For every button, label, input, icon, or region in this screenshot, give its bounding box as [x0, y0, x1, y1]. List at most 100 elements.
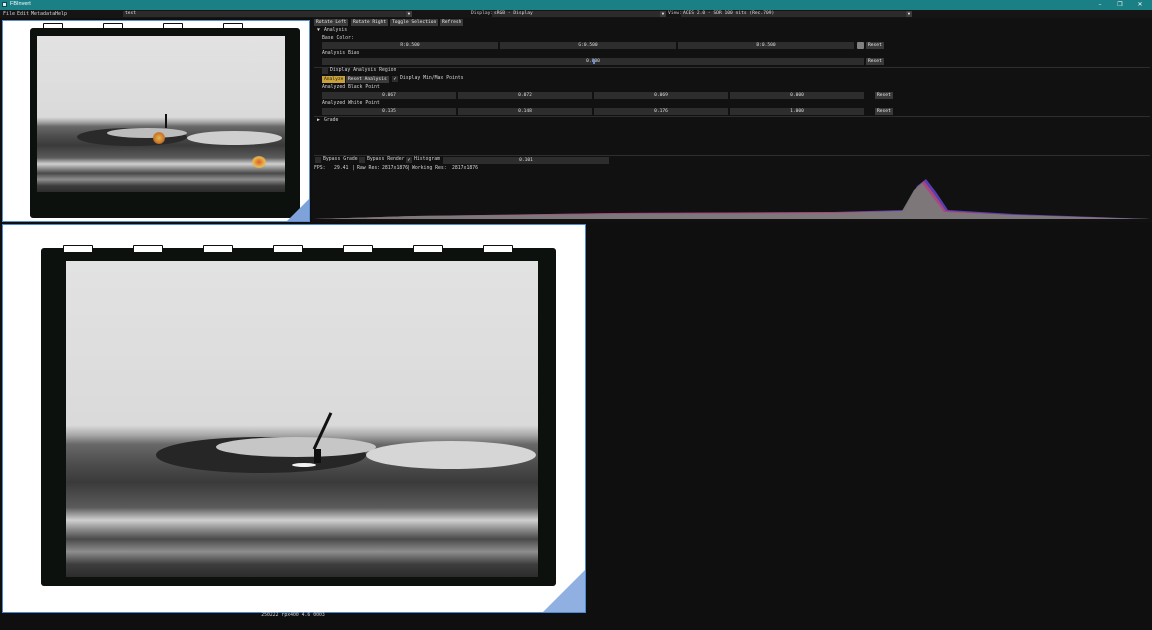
histogram-plot — [314, 179, 1150, 219]
resize-corner[interactable] — [287, 199, 309, 221]
window-title: FBInvert — [10, 1, 31, 7]
sprocket-hole — [43, 23, 63, 29]
black-point-g-field[interactable]: 0.072 — [458, 92, 592, 99]
thumbnail-preview[interactable] — [2, 20, 310, 222]
sprocket-hole — [223, 23, 243, 29]
windsurfer — [165, 114, 167, 128]
working-res-value: 2817x1876 — [452, 166, 478, 171]
black-point-b-field[interactable]: 0.069 — [594, 92, 728, 99]
menu-bar: File Edit Metadata Help test ▼ Display: … — [0, 10, 1152, 18]
resize-corner[interactable] — [543, 570, 585, 612]
wave-crest — [216, 437, 376, 457]
white-point-g-field[interactable]: 0.148 — [458, 108, 592, 115]
photo-image — [66, 261, 538, 577]
max-point-marker — [252, 156, 266, 168]
white-point-r-field[interactable]: 0.135 — [322, 108, 456, 115]
sprocket-hole — [203, 245, 233, 253]
white-point-b-field[interactable]: 0.176 — [594, 108, 728, 115]
bypass-render-checkbox[interactable] — [359, 157, 365, 163]
checkmark-icon: ✓ — [393, 76, 397, 82]
analyze-button[interactable]: Analyze — [322, 76, 346, 83]
sprocket-hole — [63, 245, 93, 253]
windsurfer — [314, 449, 321, 463]
menu-metadata[interactable]: Metadata — [31, 11, 55, 17]
histogram-slider[interactable]: 0.101 — [443, 157, 609, 164]
main-image-viewer[interactable] — [2, 224, 586, 613]
separator — [314, 155, 1150, 156]
white-point-label: Analyzed White Point — [322, 101, 380, 106]
base-color-label: Base Color: — [322, 36, 354, 41]
white-point-reset-button[interactable]: Reset — [875, 108, 893, 115]
toggle-selection-button[interactable]: Toggle Selection — [390, 19, 439, 26]
menu-file[interactable]: File — [3, 11, 15, 17]
display-select-value: sRGB - Display — [494, 11, 533, 16]
view-select[interactable]: ACES 2.0 - SDR 100 nits (Rec.709) ▼ — [681, 11, 912, 17]
minmax-checkbox[interactable]: ✓ — [392, 76, 398, 82]
sprocket-hole — [343, 245, 373, 253]
fps-label: FPS: — [314, 166, 326, 171]
sprocket-hole — [273, 245, 303, 253]
separator — [314, 67, 1150, 68]
close-button[interactable]: ✕ — [1130, 0, 1150, 10]
bypass-render-label: Bypass Render — [367, 157, 405, 162]
title-bar: FBInvert – ❐ ✕ — [0, 0, 1152, 10]
divider-text: | — [352, 166, 355, 171]
wave-crest — [366, 441, 536, 469]
analysis-bias-slider[interactable]: 0.000 — [322, 58, 864, 65]
photo-image — [37, 36, 285, 192]
base-color-swatch[interactable] — [857, 42, 864, 49]
histogram-red — [314, 181, 1150, 219]
analysis-expander-icon[interactable]: ▼ — [317, 28, 320, 33]
histogram-checkbox[interactable]: ✓ — [406, 157, 412, 163]
sprocket-hole — [483, 245, 513, 253]
file-select[interactable]: test ▼ — [123, 11, 412, 17]
separator — [314, 116, 1150, 117]
minmax-label: Display Min/Max Points — [400, 76, 464, 81]
control-panel: Rotate Left Rotate Right Toggle Selectio… — [312, 18, 1152, 222]
rotate-left-button[interactable]: Rotate Left — [314, 19, 349, 26]
base-color-r-field[interactable]: R:0.500 — [322, 42, 498, 49]
histogram-slider-value: 0.101 — [519, 158, 533, 163]
sprocket-hole — [133, 245, 163, 253]
base-color-reset-button[interactable]: Reset — [866, 42, 884, 49]
view-label: View: — [668, 11, 682, 16]
analysis-header[interactable]: Analysis — [324, 28, 347, 33]
display-region-checkbox[interactable] — [322, 68, 328, 74]
app-icon — [2, 2, 7, 7]
wave-crest — [107, 128, 187, 138]
black-point-label: Analyzed Black Point — [322, 85, 380, 90]
fps-value: 29.41 — [334, 166, 349, 171]
base-color-b-field[interactable]: B:0.500 — [678, 42, 854, 49]
bypass-grade-label: Bypass Grade — [323, 157, 358, 162]
sprocket-hole — [103, 23, 123, 29]
grade-header[interactable]: Grade — [324, 118, 338, 123]
chevron-down-icon: ▼ — [660, 11, 666, 17]
wave-crest — [187, 131, 282, 145]
bypass-grade-checkbox[interactable] — [315, 157, 321, 163]
analysis-bias-grab[interactable] — [593, 59, 595, 64]
base-color-g-field[interactable]: G:0.500 — [500, 42, 676, 49]
reset-analysis-button[interactable]: Reset Analysis — [346, 76, 389, 83]
display-label: Display: — [471, 11, 494, 16]
black-point-reset-button[interactable]: Reset — [875, 92, 893, 99]
black-point-r-field[interactable]: 0.067 — [322, 92, 456, 99]
black-point-a-field[interactable]: 0.000 — [730, 92, 864, 99]
display-region-label: Display Analysis Region — [330, 68, 397, 73]
refresh-button[interactable]: Refresh — [440, 19, 464, 26]
sprocket-hole — [413, 245, 443, 253]
display-select[interactable]: sRGB - Display ▼ — [492, 11, 666, 17]
chevron-down-icon: ▼ — [906, 11, 912, 17]
menu-help[interactable]: Help — [55, 11, 67, 17]
grade-expander-icon[interactable]: ▶ — [317, 118, 320, 123]
analysis-bias-reset-button[interactable]: Reset — [866, 58, 884, 65]
raw-res-value: 2817x1876 — [382, 166, 408, 171]
maximize-button[interactable]: ❐ — [1110, 0, 1130, 10]
menu-edit[interactable]: Edit — [17, 11, 29, 17]
image-caption: 250222 rpx400 4.6 0003 — [261, 613, 325, 618]
minimize-button[interactable]: – — [1090, 0, 1110, 10]
white-point-a-field[interactable]: 1.000 — [730, 108, 864, 115]
working-res-label: Working Res: — [412, 166, 447, 171]
windsurf-board — [292, 463, 316, 467]
sprocket-hole — [163, 23, 183, 29]
rotate-right-button[interactable]: Rotate Right — [351, 19, 389, 26]
